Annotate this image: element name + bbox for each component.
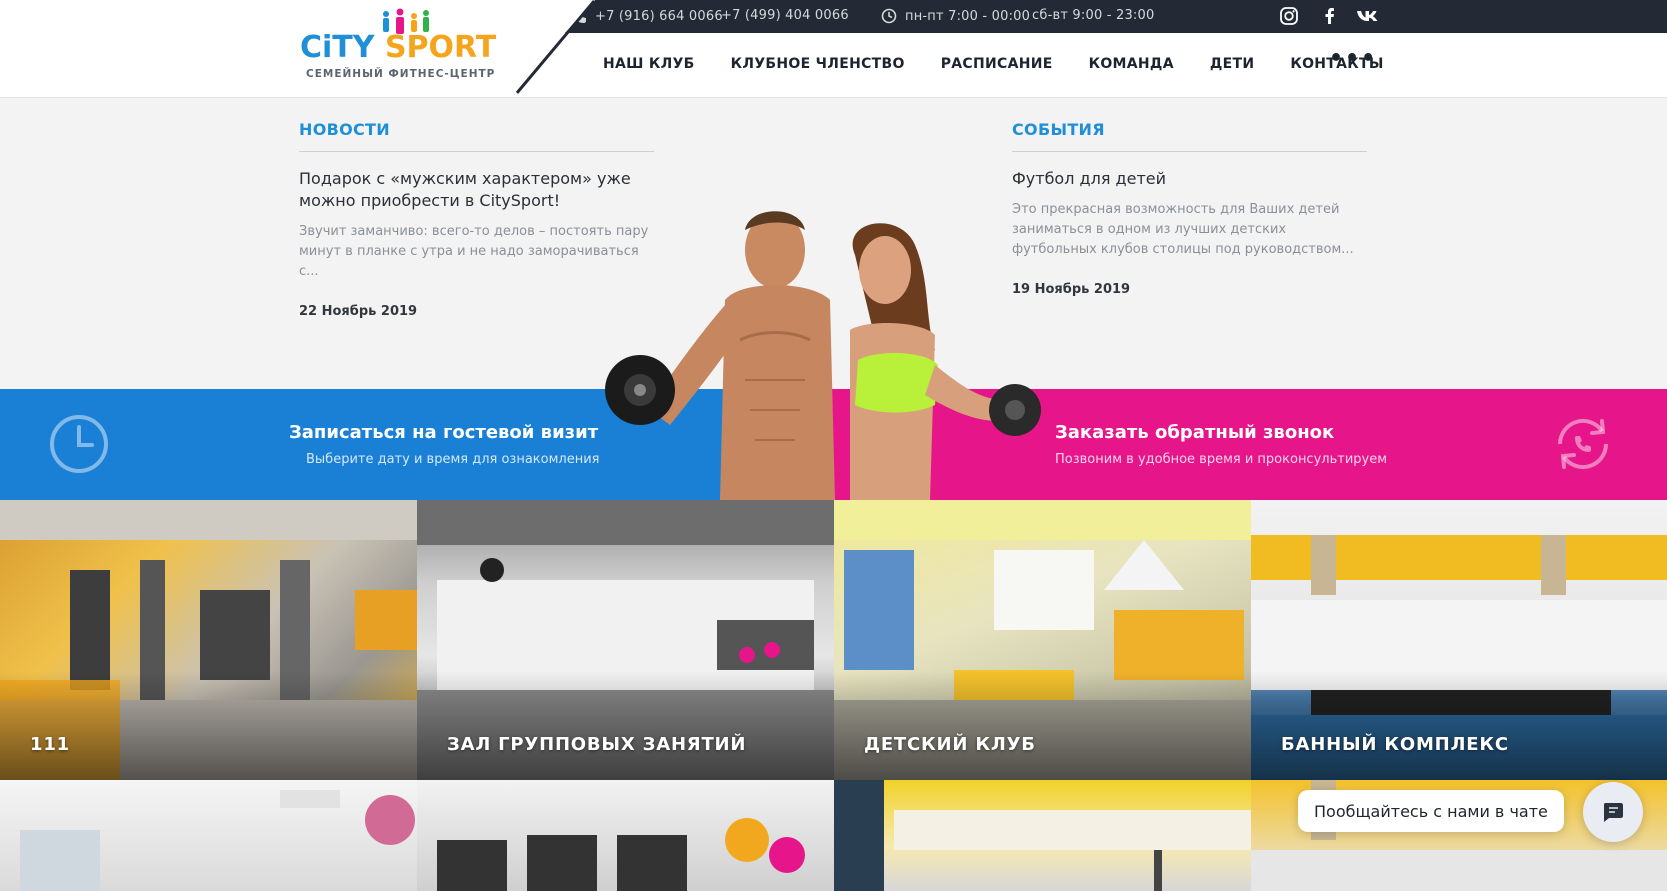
nav-schedule[interactable]: РАСПИСАНИЕ [941,56,1053,72]
site-logo[interactable]: CiTY SPORT СЕМЕЙНЫЙ ФИТНЕС-ЦЕНТР [300,8,500,88]
header-diagonal-divider [515,0,596,94]
events-date: 19 Ноябрь 2019 [1012,282,1131,297]
gallery-tile-gym[interactable]: 111 [0,500,417,781]
chat-prompt-bubble[interactable]: Пообщайтесь с нами в чате [1298,790,1564,832]
nav-team[interactable]: КОМАНДА [1089,56,1174,72]
logo-word-sport: SPORT [384,30,497,65]
nav-membership[interactable]: КЛУБНОЕ ЧЛЕНСТВО [731,56,905,72]
gallery-label-bath-complex: БАННЫЙ КОМПЛЕКС [1281,734,1509,755]
clock-icon [881,8,897,24]
boxing-zone-illustration [834,780,1251,891]
phone-1[interactable]: +7 (916) 664 0066 [571,8,723,24]
callback-subtitle: Позвоним в удобное время и проконсультир… [1055,452,1388,467]
cardio-zone-illustration [437,818,805,891]
facebook-icon[interactable] [1320,6,1340,26]
phone-refresh-icon [1557,418,1609,470]
gallery-tile-group-hall[interactable]: ЗАЛ ГРУППОВЫХ ЗАНЯТИЙ [417,500,834,781]
logo-word-city: CiTY [300,30,375,65]
hours-weekdays-text: пн-пт 7:00 - 00:00 [905,8,1031,24]
news-heading[interactable]: НОВОСТИ [299,120,654,152]
events-heading[interactable]: СОБЫТИЯ [1012,120,1367,152]
spa-room-illustration [20,790,415,891]
guest-visit-subtitle: Выберите дату и время для ознакомления [306,452,600,467]
gallery-tile-bath-complex[interactable]: БАННЫЙ КОМПЛЕКС [1251,500,1667,781]
tile-shade [417,671,834,781]
gallery-tile-kids-club[interactable]: ДЕТСКИЙ КЛУБ [834,500,1251,781]
callback-title: Заказать обратный звонок [1055,422,1335,443]
hours-weekend-text: сб-вт 9:00 - 23:00 [1032,8,1155,23]
nav-our-club[interactable]: НАШ КЛУБ [603,56,695,72]
hours-weekend: сб-вт 9:00 - 23:00 [1032,8,1154,23]
guest-visit-title: Записаться на гостевой визит [289,422,599,443]
athletes-image [605,211,1041,500]
main-nav: НАШ КЛУБ КЛУБНОЕ ЧЛЕНСТВО РАСПИСАНИЕ КОМ… [603,56,1420,72]
more-menu-icon[interactable]: ••• [1329,48,1377,70]
tile-shade [1251,671,1667,781]
phone-1-text: +7 (916) 664 0066 [595,8,723,24]
chat-open-button[interactable] [1583,782,1643,842]
gallery-label-kids-club: ДЕТСКИЙ КЛУБ [864,734,1036,755]
site-header: CiTY SPORT СЕМЕЙНЫЙ ФИТНЕС-ЦЕНТР +7 (916… [0,0,1667,98]
events-excerpt: Это прекрасная возможность для Ваших дет… [1012,202,1354,257]
gallery-label-gym: 111 [30,734,70,755]
logo-wordmark: CiTY SPORT [300,30,496,65]
instagram-icon[interactable] [1279,6,1299,26]
tile-shade [834,671,1251,781]
gallery-tile-row2-2[interactable] [417,780,834,891]
logo-subtitle: СЕМЕЙНЫЙ ФИТНЕС-ЦЕНТР [306,68,496,80]
phone-2[interactable]: +7 (499) 404 0066 [721,8,849,23]
phone-2-text: +7 (499) 404 0066 [721,8,849,23]
vk-icon[interactable] [1355,6,1381,26]
chat-icon [1604,803,1623,822]
top-info-bar: +7 (916) 664 0066 +7 (499) 404 0066 пн-п… [565,0,1667,33]
gallery-tile-row2-1[interactable] [0,780,417,891]
events-block: СОБЫТИЯ Футбол для детей Это прекрасная … [1012,120,1367,297]
tile-shade [0,671,417,781]
clock-outline-icon [50,415,108,473]
gallery-tile-row2-3[interactable] [834,780,1251,891]
gallery-label-group-hall: ЗАЛ ГРУППОВЫХ ЗАНЯТИЙ [447,734,747,755]
nav-kids[interactable]: ДЕТИ [1210,56,1255,72]
events-title[interactable]: Футбол для детей [1012,168,1367,190]
hours-weekdays: пн-пт 7:00 - 00:00 [881,8,1030,24]
